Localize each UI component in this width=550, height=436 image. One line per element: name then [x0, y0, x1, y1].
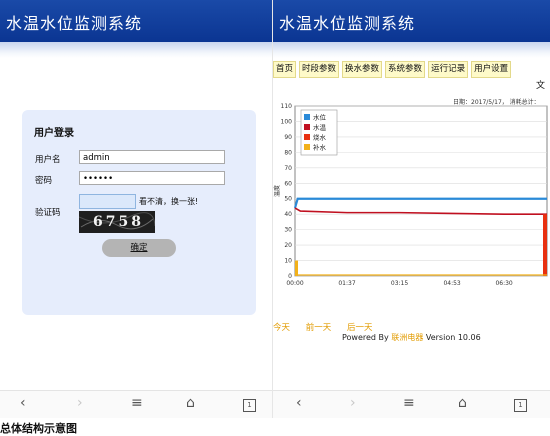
cut-off-glyph: 文 — [536, 81, 546, 91]
tabs-icon[interactable]: 1 — [243, 399, 256, 412]
prev-day-link[interactable]: 前一天 — [306, 323, 332, 333]
legend-swatch-0 — [304, 114, 310, 120]
legend-label-3: 补水 — [313, 143, 327, 152]
username-input[interactable]: admin — [79, 150, 225, 164]
tab-water-change-params[interactable]: 换水参数 — [342, 61, 383, 78]
captcha-label: 验证码 — [35, 208, 61, 218]
menu-icon[interactable]: ≡ — [403, 395, 415, 411]
browser-nav-bar: ‹ › ≡ ⌂ 1 — [0, 390, 272, 418]
forward-icon[interactable]: › — [350, 395, 356, 411]
tab-bar: 首页 时段参数 换水参数 系统参数 运行记录 用户设置 — [273, 61, 512, 78]
x-tick-label: 04:53 — [443, 280, 460, 287]
y-tick-label: 110 — [281, 103, 293, 110]
dashboard-screen: 水温水位监测系统 首页 时段参数 换水参数 系统参数 运行记录 用户设置 文 日… — [273, 0, 550, 418]
password-input[interactable]: •••••• — [79, 171, 225, 185]
home-icon[interactable]: ⌂ — [458, 395, 467, 411]
captcha-input[interactable] — [79, 194, 136, 209]
captcha-image[interactable]: 6758 — [79, 211, 155, 233]
captcha-code: 6758 — [93, 214, 144, 230]
y-tick-label: 70 — [284, 165, 292, 172]
login-screen: 水温水位监测系统 用户登录 用户名 admin 密码 •••••• 验证码 看不… — [0, 0, 272, 418]
y-tick-label: 50 — [284, 196, 292, 203]
home-icon[interactable]: ⌂ — [186, 395, 195, 411]
y-tick-label: 100 — [281, 118, 293, 125]
header-shadow — [0, 42, 272, 58]
monitor-chart: 0 10 20 30 40 50 60 70 80 90 100 110 00:00 01:37 03:15… — [273, 103, 548, 287]
username-label: 用户名 — [35, 155, 61, 165]
app-header: 水温水位监测系统 — [0, 0, 272, 42]
x-tick-label: 01:37 — [338, 280, 355, 287]
tab-run-log[interactable]: 运行记录 — [428, 61, 469, 78]
app-title: 水温水位监测系统 — [279, 14, 416, 33]
series-bar-2 — [543, 214, 547, 276]
app-header: 水温水位监测系统 — [273, 0, 550, 42]
legend-label-2: 烧水 — [313, 133, 327, 142]
y-tick-label: 80 — [284, 149, 292, 156]
back-icon[interactable]: ‹ — [20, 395, 26, 411]
back-icon[interactable]: ‹ — [296, 395, 302, 411]
captcha-refresh-link[interactable]: 看不清，换一张! — [139, 196, 198, 207]
y-tick-label: 0 — [288, 273, 292, 280]
y-tick-label: 90 — [284, 134, 292, 141]
forward-icon[interactable]: › — [77, 395, 83, 411]
tab-period-params[interactable]: 时段参数 — [299, 61, 340, 78]
tab-home[interactable]: 首页 — [273, 61, 297, 78]
y-tick-label: 40 — [284, 211, 292, 218]
footer: Powered By 联洲电器 Version 10.06 — [342, 332, 481, 343]
y-tick-label: 10 — [284, 258, 292, 265]
x-tick-label: 06:30 — [495, 280, 512, 287]
login-card: 用户登录 用户名 admin 密码 •••••• 验证码 看不清，换一张! 67… — [22, 110, 256, 315]
password-label: 密码 — [35, 176, 53, 186]
app-title: 水温水位监测系统 — [6, 14, 143, 33]
submit-button[interactable]: 确定 — [102, 239, 176, 257]
legend-swatch-1 — [304, 124, 310, 130]
footer-brand[interactable]: 联洲电器 — [391, 333, 423, 342]
x-tick-label: 03:15 — [391, 280, 408, 287]
login-heading: 用户登录 — [34, 128, 74, 139]
legend-label-0: 水位 — [313, 113, 327, 122]
x-tick-label: 00:00 — [286, 280, 303, 287]
browser-nav-bar: ‹ › ≡ ⌂ 1 — [273, 390, 550, 418]
y-tick-label: 30 — [284, 227, 292, 234]
legend-swatch-2 — [304, 134, 310, 140]
header-shadow — [273, 42, 550, 58]
today-link[interactable]: 今天 — [273, 323, 290, 333]
tabs-icon[interactable]: 1 — [514, 399, 527, 412]
legend-label-1: 水温 — [313, 123, 327, 132]
series-bar-3 — [295, 260, 298, 276]
menu-icon[interactable]: ≡ — [131, 395, 143, 411]
footer-version: Version 10.06 — [423, 333, 481, 342]
legend-swatch-3 — [304, 144, 310, 150]
y-tick-label: 20 — [284, 242, 292, 249]
footer-prefix: Powered By — [342, 333, 392, 342]
figure-caption: 总体结构示意图 — [0, 422, 77, 435]
y-tick-label: 60 — [284, 180, 292, 187]
y-axis-label: 温度 — [273, 185, 281, 197]
tab-system-params[interactable]: 系统参数 — [385, 61, 426, 78]
tab-user-settings[interactable]: 用户设置 — [471, 61, 512, 78]
